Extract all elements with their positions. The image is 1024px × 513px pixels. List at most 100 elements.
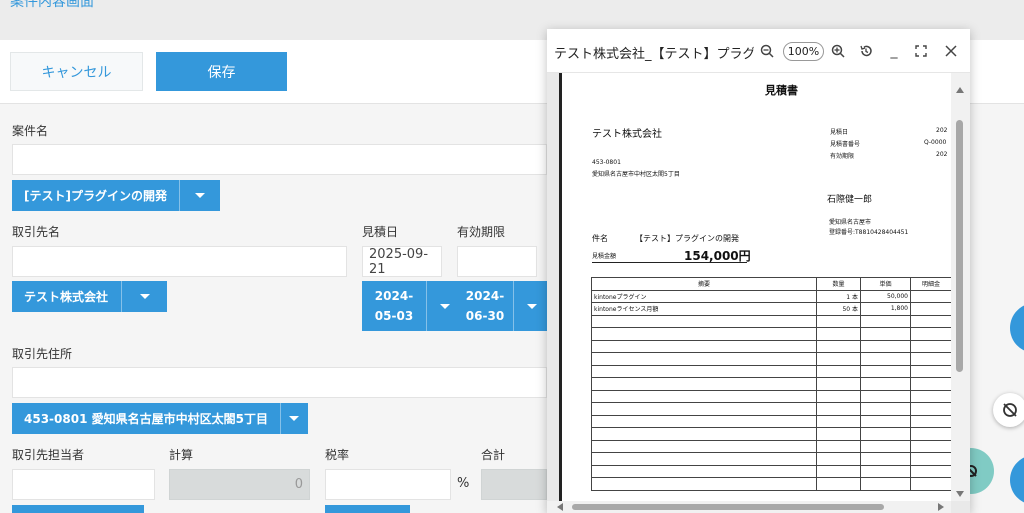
project-name-input[interactable]	[12, 144, 547, 175]
table-cell	[860, 427, 911, 441]
column-header: 摘要	[591, 277, 817, 291]
tax-lookup-button[interactable]	[325, 505, 410, 513]
doc-registration: 登録番号:T8810428404451	[829, 229, 909, 236]
table-row	[591, 364, 952, 378]
client-lookup-label: テスト株式会社	[24, 290, 109, 304]
client-contact-input[interactable]	[12, 469, 155, 500]
column-header: 明細金	[910, 277, 952, 291]
pdf-file-title: テスト株式会社_【テスト】プラグ...	[554, 47, 754, 62]
table-cell	[816, 364, 861, 378]
tax-rate-input[interactable]	[325, 469, 451, 500]
table-cell	[860, 414, 911, 428]
client-address-input[interactable]	[12, 367, 547, 398]
table-cell	[910, 352, 952, 366]
pdf-titlebar: テスト株式会社_【テスト】プラグ... 100% _	[547, 29, 970, 73]
table-cell	[910, 477, 952, 491]
chevron-down-icon[interactable]	[121, 281, 167, 312]
table-cell	[591, 377, 817, 391]
vertical-scrollbar[interactable]	[951, 73, 970, 501]
minimize-icon[interactable]: _	[884, 41, 904, 61]
table-cell	[816, 427, 861, 441]
table-cell: 50 本	[816, 302, 861, 316]
zoom-out-icon[interactable]	[757, 41, 777, 61]
page-title: 案件内容画面	[10, 0, 94, 10]
client-name-input[interactable]	[12, 246, 347, 277]
table-cell	[910, 452, 952, 466]
zoom-in-icon[interactable]	[828, 41, 848, 61]
meta-label: 見積日	[830, 129, 849, 136]
table-cell	[816, 339, 861, 353]
table-cell: 1 本	[816, 289, 861, 303]
project-lookup-label: [テスト]プラグインの開発	[24, 189, 167, 203]
valid-until-day: 06-30	[465, 309, 505, 323]
address-lookup-button[interactable]: 453-0801 愛知県名古屋市中村区太閤5丁目	[12, 403, 308, 434]
table-cell	[591, 314, 817, 328]
scrollbar-thumb[interactable]	[572, 504, 884, 510]
project-lookup-button[interactable]: [テスト]プラグインの開発	[12, 180, 220, 211]
table-cell: 1,800	[860, 302, 911, 316]
chevron-down-icon[interactable]	[279, 403, 308, 434]
table-cell	[860, 377, 911, 391]
table-row: kintoneライセンス月額 50 本 1,800	[591, 302, 952, 316]
client-name-label: 取引先名	[12, 225, 61, 239]
table-row	[591, 314, 952, 328]
zoom-level[interactable]: 100%	[783, 42, 824, 61]
table-cell	[816, 327, 861, 341]
scrollbar-thumb[interactable]	[956, 120, 963, 372]
table-cell	[591, 439, 817, 453]
table-cell	[591, 452, 817, 466]
table-cell	[860, 477, 911, 491]
scroll-down-icon[interactable]	[956, 491, 964, 497]
doc-amount-label: 見積金額	[592, 253, 617, 260]
table-cell	[591, 464, 817, 478]
table-row	[591, 327, 952, 341]
valid-until-button[interactable]: 2024- 06-30	[457, 281, 549, 331]
pdf-content-area[interactable]: 見積書 テスト株式会社 453-0801 愛知県名古屋市中村区太閤5丁目 見積日…	[547, 73, 970, 513]
table-cell	[816, 464, 861, 478]
tax-rate-label: 税率	[325, 448, 350, 462]
table-row	[591, 339, 952, 353]
reset-icon[interactable]	[856, 41, 876, 61]
chevron-down-icon[interactable]	[178, 180, 220, 211]
amount-underline	[592, 262, 747, 263]
table-cell: kintoneライセンス月額	[591, 302, 817, 316]
close-icon[interactable]	[941, 41, 961, 61]
doc-subject: 【テスト】プラグインの開発	[635, 234, 739, 243]
table-cell	[860, 327, 911, 341]
cancel-button[interactable]: キャンセル	[10, 52, 143, 91]
estimate-date-input[interactable]: 2025-09-21	[362, 246, 442, 277]
scroll-left-icon[interactable]	[557, 503, 563, 511]
table-cell: 50,000	[860, 289, 911, 303]
scroll-up-icon[interactable]	[956, 87, 964, 93]
valid-until-label: 有効期限	[457, 225, 506, 239]
table-cell	[591, 389, 817, 403]
table-cell	[910, 302, 952, 316]
table-cell	[860, 314, 911, 328]
scroll-right-icon[interactable]	[938, 503, 944, 511]
table-cell	[816, 314, 861, 328]
client-contact-label: 取引先担当者	[12, 448, 85, 462]
horizontal-scrollbar[interactable]	[547, 501, 951, 513]
meta-label: 有効期限	[830, 153, 855, 160]
table-cell	[816, 414, 861, 428]
estimate-date-button[interactable]: 2024- 05-03	[362, 281, 462, 331]
estimate-date-label: 見積日	[362, 225, 399, 239]
table-cell	[910, 414, 952, 428]
doc-heading: 見積書	[765, 84, 798, 97]
fullscreen-icon[interactable]	[911, 41, 931, 61]
table-cell	[860, 402, 911, 416]
contact-lookup-button[interactable]	[12, 505, 144, 513]
address-lookup-label: 453-0801 愛知県名古屋市中村区太閤5丁目	[24, 412, 268, 426]
client-lookup-button[interactable]: テスト株式会社	[12, 281, 167, 312]
table-cell	[816, 377, 861, 391]
table-cell	[910, 377, 952, 391]
hide-icon[interactable]	[993, 393, 1024, 427]
chevron-down-icon[interactable]	[513, 281, 549, 331]
save-button[interactable]: 保存	[156, 52, 287, 91]
project-name-label: 案件名	[12, 124, 49, 138]
valid-until-input[interactable]	[457, 246, 537, 277]
table-cell	[910, 389, 952, 403]
table-cell	[910, 364, 952, 378]
table-row	[591, 377, 952, 391]
column-header: 数量	[816, 277, 861, 291]
